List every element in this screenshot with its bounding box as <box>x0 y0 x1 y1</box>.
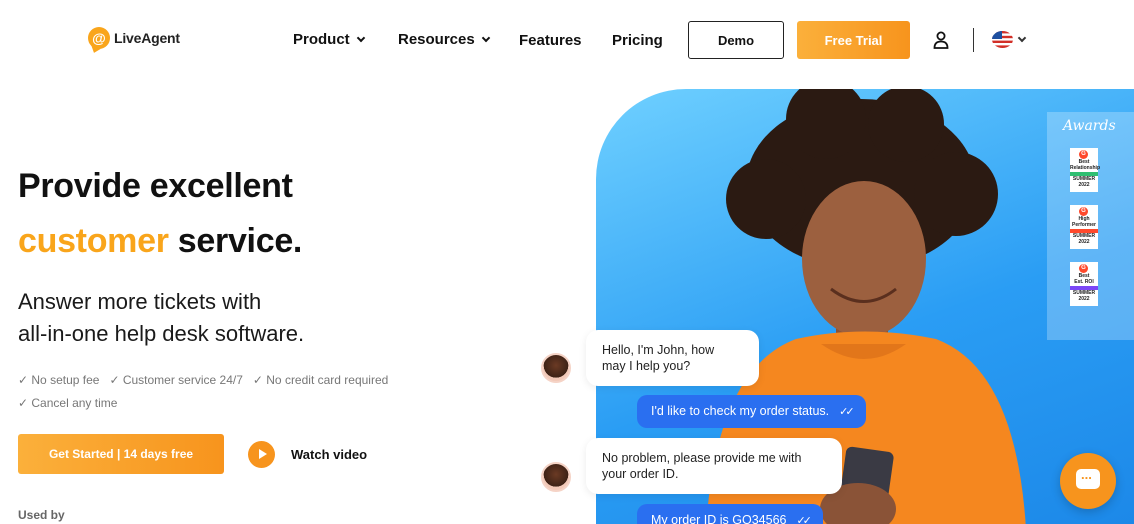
hero-title-line2: customer service. <box>18 218 302 264</box>
get-started-button[interactable]: Get Started | 14 days free <box>18 434 224 474</box>
hero-title-accent: customer <box>18 222 169 260</box>
chevron-down-icon[interactable] <box>1017 33 1027 43</box>
hero-subtitle-line1: Answer more tickets with <box>18 289 262 314</box>
nav-features-label: Features <box>519 32 582 49</box>
chevron-down-icon <box>481 33 490 42</box>
g2-badge: Best Est. ROI SUMMER 2022 <box>1070 262 1098 306</box>
agent-message: No problem, please provide me with your … <box>586 438 842 494</box>
chat-bubble-icon <box>1076 469 1100 489</box>
logo-text: LiveAgent <box>114 30 180 46</box>
play-icon[interactable] <box>248 441 275 468</box>
read-checkmarks-icon: ✓✓ <box>796 515 812 524</box>
hero-subtitle: Answer more tickets with all-in-one help… <box>18 286 304 350</box>
logo[interactable]: @ LiveAgent <box>88 27 180 49</box>
agent-message: Hello, I'm John, how may I help you? <box>586 330 759 386</box>
nav-product[interactable]: Product <box>293 31 365 48</box>
read-checkmarks-icon: ✓✓ <box>839 406 855 418</box>
check-item: ✓ No setup fee <box>18 373 100 387</box>
g2-badge: High Performer SUMMER 2022 <box>1070 205 1098 249</box>
customer-message: My order ID is GO34566 ✓✓ <box>637 504 823 524</box>
hero-title-rest: service. <box>168 222 303 260</box>
customer-message: I'd like to check my order status. ✓✓ <box>637 395 866 428</box>
nav-pricing[interactable]: Pricing <box>612 32 663 49</box>
chevron-down-icon <box>356 33 365 42</box>
nav-resources-label: Resources <box>398 31 475 48</box>
check-item: ✓ No credit card required <box>252 373 389 387</box>
awards-panel: Awards Best Relationship SUMMER 2022 Hig… <box>1047 112 1134 340</box>
at-sign-chat-icon: @ <box>88 27 110 49</box>
watch-video-link[interactable]: Watch video <box>291 447 367 462</box>
agent-avatar <box>541 353 571 383</box>
hero-title-line1: Provide excellent <box>18 167 293 205</box>
check-item: ✓ Customer service 24/7 <box>109 373 243 387</box>
feature-checks: ✓ No setup fee ✓ Customer service 24/7 ✓ N… <box>18 369 398 415</box>
agent-avatar <box>541 462 571 492</box>
nav-product-label: Product <box>293 31 350 48</box>
nav-features[interactable]: Features <box>519 32 582 49</box>
demo-button[interactable]: Demo <box>688 21 784 59</box>
g2-badge: Best Relationship SUMMER 2022 <box>1070 148 1100 192</box>
us-flag-icon[interactable] <box>992 31 1013 48</box>
free-trial-button[interactable]: Free Trial <box>797 21 910 59</box>
header-divider <box>973 28 974 52</box>
check-item: ✓ Cancel any time <box>18 396 118 410</box>
nav-resources[interactable]: Resources <box>398 31 490 48</box>
used-by-label: Used by <box>18 508 65 522</box>
nav-pricing-label: Pricing <box>612 32 663 49</box>
awards-title: Awards <box>1063 118 1116 134</box>
hero-subtitle-line2: all-in-one help desk software. <box>18 321 305 346</box>
live-chat-button[interactable] <box>1060 453 1116 509</box>
user-icon[interactable] <box>933 31 949 49</box>
